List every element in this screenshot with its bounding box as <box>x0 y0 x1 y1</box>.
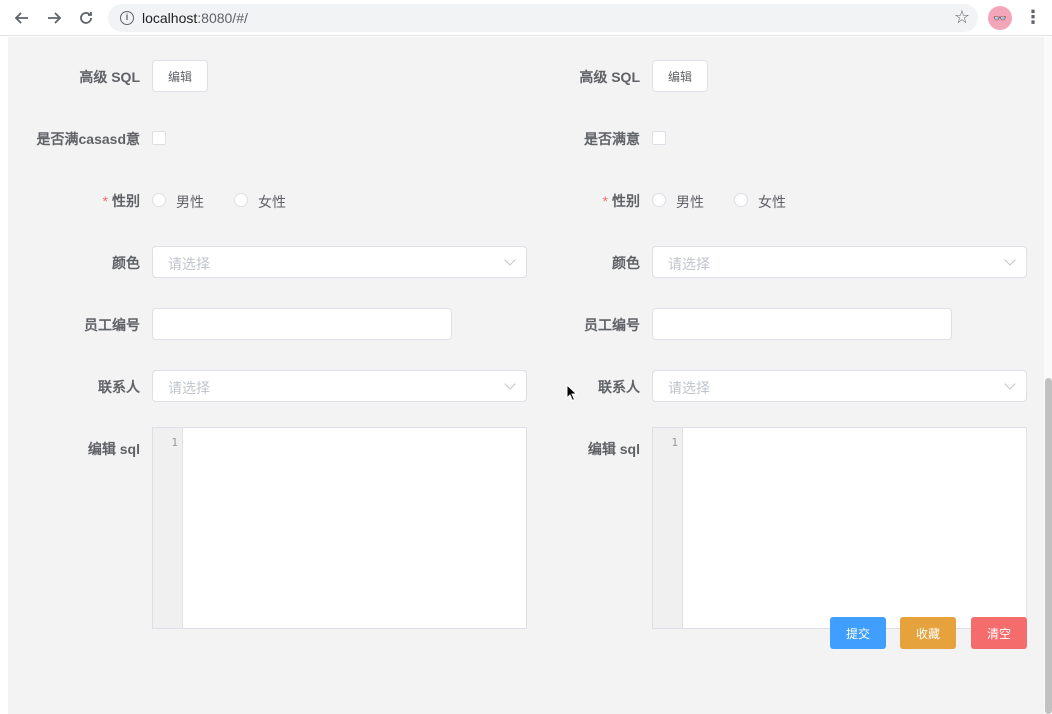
contact-select[interactable]: 请选择 <box>652 370 1027 402</box>
gender-label: * 性别 <box>0 191 140 211</box>
chevron-down-icon <box>1004 378 1016 390</box>
gender-radio-male[interactable] <box>152 193 166 207</box>
employee-id-label: 员工编号 <box>584 317 640 333</box>
editor-gutter: 1 <box>653 428 683 628</box>
color-select-placeholder: 请选择 <box>668 256 710 272</box>
scrollbar-thumb[interactable] <box>1045 378 1052 714</box>
bookmark-star-icon[interactable]: ☆ <box>954 7 970 28</box>
gender-label: * 性别 <box>500 191 640 211</box>
gender-label-text: 性别 <box>112 193 140 209</box>
gender-label-text: 性别 <box>612 193 640 209</box>
submit-button[interactable]: 提交 <box>830 617 886 649</box>
satisfied-checkbox[interactable] <box>152 131 166 145</box>
url-text: localhost:8080/#/ <box>142 10 248 26</box>
color-select[interactable]: 请选择 <box>652 246 1027 278</box>
advanced-sql-edit-button[interactable]: 编辑 <box>652 60 708 92</box>
contact-select-placeholder: 请选择 <box>168 380 210 396</box>
gender-female-label[interactable]: 女性 <box>758 192 786 212</box>
edit-sql-label: 编辑 sql <box>87 441 140 457</box>
favorite-button[interactable]: 收藏 <box>900 617 956 649</box>
color-label: 颜色 <box>112 255 140 271</box>
contact-select[interactable]: 请选择 <box>152 370 527 402</box>
info-icon[interactable]: i <box>120 11 134 25</box>
gender-male-label[interactable]: 男性 <box>676 192 704 212</box>
advanced-sql-label: 高级 SQL <box>79 69 140 85</box>
back-arrow-icon[interactable] <box>10 6 34 30</box>
gender-male-label[interactable]: 男性 <box>176 192 204 212</box>
satisfied-checkbox[interactable] <box>652 131 666 145</box>
reload-icon[interactable] <box>74 6 98 30</box>
url-path: :8080/#/ <box>197 10 248 26</box>
browser-toolbar: i localhost:8080/#/ ☆ 👓 ⋮ <box>0 0 1052 36</box>
sql-code-editor[interactable]: 1 <box>652 427 1027 629</box>
line-number: 1 <box>171 436 178 449</box>
chevron-down-icon <box>1004 254 1016 266</box>
gender-female-label[interactable]: 女性 <box>258 192 286 212</box>
satisfied-label: 是否满casasd意 <box>36 131 140 147</box>
gender-radio-female[interactable] <box>734 193 748 207</box>
color-select[interactable]: 请选择 <box>152 246 527 278</box>
browser-menu-icon[interactable]: ⋮ <box>1024 6 1042 30</box>
color-select-placeholder: 请选择 <box>168 256 210 272</box>
forward-arrow-icon[interactable] <box>42 6 66 30</box>
advanced-sql-edit-button[interactable]: 编辑 <box>152 60 208 92</box>
employee-id-label: 员工编号 <box>84 317 140 333</box>
clear-button[interactable]: 清空 <box>971 617 1027 649</box>
url-host: localhost <box>142 10 198 26</box>
mouse-cursor-icon <box>566 384 578 402</box>
sql-code-editor[interactable]: 1 <box>152 427 527 629</box>
contact-label: 联系人 <box>98 379 140 395</box>
editor-gutter: 1 <box>153 428 183 628</box>
required-mark: * <box>102 193 108 209</box>
gender-radio-female[interactable] <box>234 193 248 207</box>
satisfied-label: 是否满意 <box>584 131 640 147</box>
required-mark: * <box>602 193 608 209</box>
profile-avatar-icon[interactable]: 👓 <box>988 6 1012 30</box>
employee-id-input[interactable] <box>152 308 452 340</box>
contact-select-placeholder: 请选择 <box>668 380 710 396</box>
address-bar[interactable]: i localhost:8080/#/ ☆ <box>108 4 978 32</box>
color-label: 颜色 <box>612 255 640 271</box>
advanced-sql-label: 高级 SQL <box>579 69 640 85</box>
employee-id-input[interactable] <box>652 308 952 340</box>
line-number: 1 <box>671 436 678 449</box>
gender-radio-male[interactable] <box>652 193 666 207</box>
edit-sql-label: 编辑 sql <box>587 441 640 457</box>
